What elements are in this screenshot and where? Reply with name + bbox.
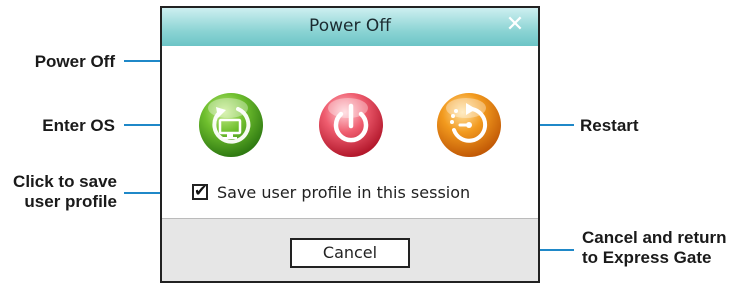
callout-power-off: Power Off	[34, 52, 115, 71]
callout-cancel-line2: to Express Gate	[582, 248, 712, 267]
power-off-dialog: Power Off ✕ ✔ Save user profile in this …	[160, 6, 540, 283]
dialog-title: Power Off	[309, 16, 391, 36]
callout-save-profile-line1: Click to save	[13, 172, 117, 191]
dialog-content: ✔ Save user profile in this session	[162, 46, 538, 218]
save-profile-label[interactable]: Save user profile in this session	[217, 183, 470, 202]
callout-cancel-line1: Cancel and return	[582, 228, 727, 247]
callout-restart: Restart	[580, 116, 639, 135]
cancel-button[interactable]: Cancel	[290, 238, 410, 268]
callout-save-profile-line2: user profile	[24, 192, 117, 211]
monitor-refresh-icon	[199, 93, 263, 157]
power-off-button[interactable]	[318, 92, 384, 158]
restart-button[interactable]	[436, 92, 502, 158]
save-profile-checkbox[interactable]: ✔	[192, 181, 208, 200]
restart-icon	[437, 93, 501, 157]
power-icon	[319, 93, 383, 157]
titlebar: Power Off ✕	[162, 8, 538, 47]
dialog-footer: Cancel	[162, 218, 538, 281]
callout-save-profile: Click to save user profile	[0, 172, 117, 212]
callout-cancel: Cancel and return to Express Gate	[582, 228, 727, 268]
save-profile-row: ✔ Save user profile in this session	[192, 180, 470, 204]
callout-enter-os: Enter OS	[42, 116, 115, 135]
enter-os-button[interactable]	[198, 92, 264, 158]
close-icon[interactable]: ✕	[504, 14, 526, 36]
checkmark-icon: ✔	[194, 181, 208, 200]
